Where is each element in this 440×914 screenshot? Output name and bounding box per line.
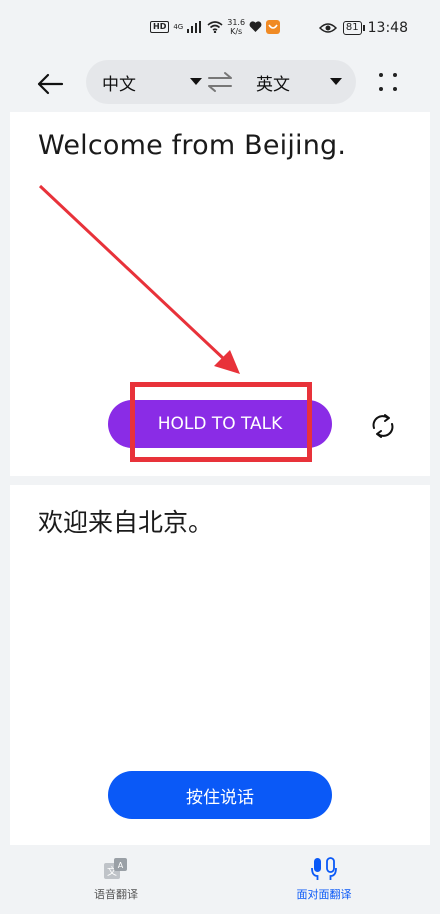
nav-face-to-face[interactable]: 面对面翻译 <box>264 856 384 902</box>
arrow-left-icon <box>37 73 64 95</box>
four-dots-icon <box>379 73 383 77</box>
wifi-icon <box>207 21 223 33</box>
source-language-label: 中文 <box>102 74 136 95</box>
status-time: 13:48 <box>367 20 408 36</box>
svg-text:A: A <box>118 861 124 870</box>
swap-arrows-icon <box>208 72 232 92</box>
nav-face-to-face-label: 面对面翻译 <box>296 888 352 901</box>
hd-badge: HD <box>150 21 170 33</box>
app-notification-icon <box>266 20 281 34</box>
english-translation-text: Welcome from Beijing. <box>38 130 347 161</box>
nav-voice-translate[interactable]: 文 A 语音翻译 <box>56 856 176 902</box>
four-dots-icon <box>393 87 397 91</box>
hold-to-talk-button[interactable]: HOLD TO TALK <box>108 400 332 448</box>
chevron-down-icon <box>190 78 202 85</box>
status-left: HD 4G 31.6 K/s <box>150 18 281 36</box>
chinese-text: 欢迎来自北京。 <box>38 508 214 537</box>
translate-icon: 文 A <box>104 858 127 879</box>
network-speed-unit: K/s <box>230 27 243 36</box>
language-selector: 中文 英文 <box>86 60 356 104</box>
rotate-icon <box>372 414 394 438</box>
target-language-dropdown[interactable]: 英文 <box>256 60 352 104</box>
dual-mic-icon <box>311 857 337 880</box>
network-speed: 31.6 K/s <box>227 18 245 36</box>
refresh-button[interactable] <box>368 411 398 441</box>
status-right: 81 13:48 <box>318 20 408 36</box>
battery-indicator: 81 <box>342 21 365 35</box>
four-dots-icon <box>393 73 397 77</box>
back-button[interactable] <box>30 66 70 102</box>
more-options-button[interactable] <box>374 68 404 98</box>
english-panel: Welcome from Beijing. HOLD TO TALK <box>10 112 430 476</box>
chinese-panel: 欢迎来自北京。 按住说话 <box>10 485 430 845</box>
four-dots-icon <box>379 87 383 91</box>
cell-signal-icon <box>187 21 202 33</box>
face-to-face-translate-screen: HD 4G 31.6 K/s 81 13:48 中文 英文 Welcome fr… <box>0 0 440 914</box>
heart-icon <box>249 21 262 32</box>
nav-voice-translate-label: 语音翻译 <box>94 888 138 901</box>
target-language-label: 英文 <box>256 74 290 95</box>
chevron-down-icon <box>330 78 342 85</box>
press-to-talk-button[interactable]: 按住说话 <box>108 771 332 819</box>
bottom-navigation: 文 A 语音翻译 面对面翻译 <box>10 848 430 914</box>
source-language-dropdown[interactable]: 中文 <box>102 60 212 104</box>
top-bar: 中文 英文 <box>0 56 440 112</box>
swap-languages-button[interactable] <box>205 70 235 94</box>
signal-type: 4G <box>173 23 184 31</box>
network-speed-value: 31.6 <box>227 18 246 27</box>
eye-icon <box>318 23 337 33</box>
status-bar: HD 4G 31.6 K/s 81 13:48 <box>0 0 440 56</box>
